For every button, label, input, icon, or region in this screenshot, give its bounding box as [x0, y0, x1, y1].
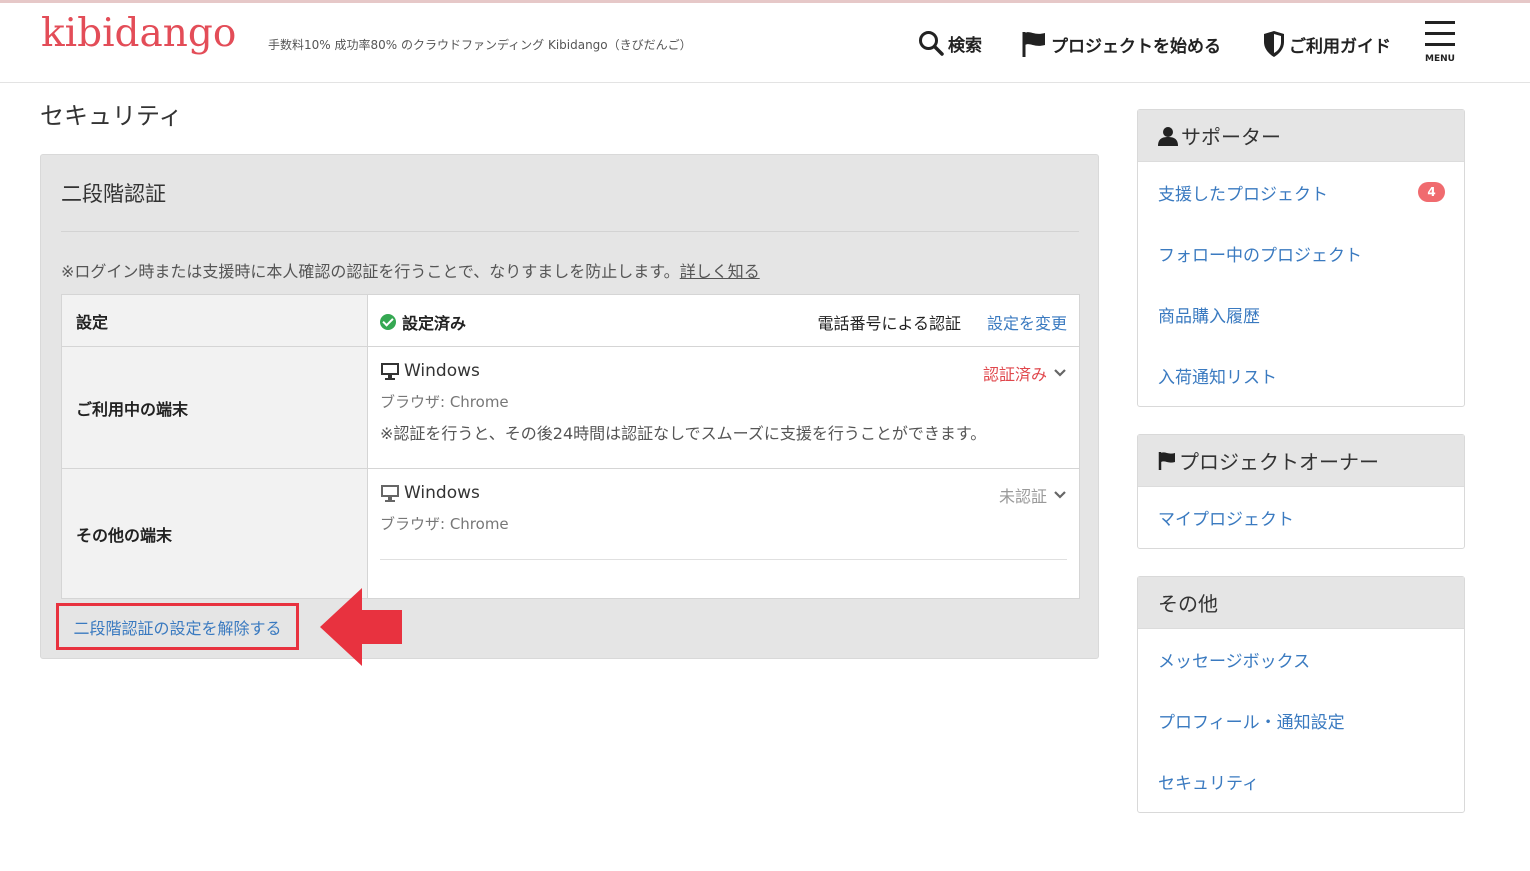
table-row: その他の端末 Windows ブラウザ: Chrome 未認証 [61, 468, 1080, 599]
sidebar-item-restock-notifications[interactable]: 入荷通知リスト [1138, 345, 1464, 406]
device-state-toggle[interactable]: 認証済み [983, 361, 1067, 385]
nav-search-label: 検索 [948, 35, 982, 56]
divider [380, 559, 1067, 560]
device-state-toggle[interactable]: 未認証 [999, 483, 1067, 507]
user-icon [1158, 126, 1178, 146]
sidebar-other: その他 メッセージボックス プロフィール・通知設定 セキュリティ [1137, 576, 1465, 813]
sidebar-item-following-projects[interactable]: フォロー中のプロジェクト [1138, 223, 1464, 284]
kibidango-logo[interactable]: kibidango [41, 11, 236, 56]
learn-more-link[interactable]: 詳しく知る [680, 262, 760, 281]
divider [61, 231, 1079, 232]
table-row: ご利用中の端末 Windows ブラウザ: Chrome ※認証を行うと、その後… [61, 346, 1080, 469]
sidebar-item-profile-settings[interactable]: プロフィール・通知設定 [1138, 690, 1464, 751]
arrow-left-icon [320, 588, 402, 666]
other-device-label: その他の端末 [61, 468, 368, 599]
monitor-icon [381, 485, 399, 502]
settings-label: 設定 [61, 294, 368, 347]
two-factor-panel: 二段階認証 ※ログイン時または支援時に本人確認の認証を行うことで、なりすましを防… [40, 154, 1099, 659]
hamburger-icon [1425, 21, 1455, 24]
status-text: 設定済み [402, 314, 467, 333]
shield-icon [1264, 31, 1284, 57]
status-badge: 設定済み [380, 310, 466, 334]
nav-start-project[interactable]: プロジェクトを始める [1021, 30, 1221, 58]
nav-guide[interactable]: ご利用ガイド [1263, 30, 1391, 58]
two-factor-description: ※ログイン時または支援時に本人確認の認証を行うことで、なりすましを防止します。詳… [61, 262, 760, 281]
sidebar-header: サポーター [1138, 110, 1464, 162]
two-factor-title: 二段階認証 [61, 182, 166, 206]
page-title: セキュリティ [40, 102, 183, 130]
chevron-down-icon [1054, 491, 1066, 499]
two-factor-table: 設定 設定済み 電話番号による認証 設定を変更 ご利用中の端末 Windows … [61, 294, 1080, 599]
menu-label: MENU [1425, 54, 1455, 64]
other-device-cell: Windows ブラウザ: Chrome 未認証 [367, 468, 1080, 599]
device-browser: ブラウザ: Chrome [380, 515, 509, 533]
sidebar-item-my-projects[interactable]: マイプロジェクト [1138, 487, 1464, 548]
flag-icon [1158, 451, 1175, 470]
device-browser: ブラウザ: Chrome [380, 393, 509, 411]
monitor-icon [381, 363, 399, 380]
count-badge: 4 [1418, 182, 1445, 202]
device-name: Windows [380, 361, 480, 381]
sidebar-item-purchase-history[interactable]: 商品購入履歴 [1138, 284, 1464, 345]
disable-two-factor-link[interactable]: 二段階認証の設定を解除する [56, 603, 299, 650]
check-circle-icon [380, 314, 396, 330]
device-state: 未認証 [998, 487, 1047, 506]
menu-button[interactable]: MENU [1420, 19, 1460, 65]
current-device-label: ご利用中の端末 [61, 346, 368, 469]
site-tagline: 手数料10% 成功率80% のクラウドファンディング Kibidango（きびだ… [268, 38, 692, 52]
device-note: ※認証を行うと、その後24時間は認証なしでスムーズに支援を行うことができます。 [380, 424, 987, 443]
nav-search[interactable]: 検索 [918, 30, 982, 56]
search-icon [919, 31, 944, 56]
sidebar-header: プロジェクトオーナー [1138, 435, 1464, 487]
device-name: Windows [380, 483, 480, 503]
device-state: 認証済み [982, 365, 1047, 384]
sidebar-item-security[interactable]: セキュリティ [1138, 751, 1464, 812]
site-header: kibidango 手数料10% 成功率80% のクラウドファンディング Kib… [0, 3, 1530, 83]
flag-icon [1022, 32, 1045, 57]
sidebar-header: その他 [1138, 577, 1464, 629]
sidebar-item-supported-projects[interactable]: 支援したプロジェクト 4 [1138, 162, 1464, 223]
nav-start-project-label: プロジェクトを始める [1051, 36, 1221, 57]
sidebar-owner: プロジェクトオーナー マイプロジェクト [1137, 434, 1465, 549]
chevron-down-icon [1054, 369, 1066, 377]
sidebar-item-message-box[interactable]: メッセージボックス [1138, 629, 1464, 690]
nav-guide-label: ご利用ガイド [1289, 36, 1391, 57]
table-row: 設定 設定済み 電話番号による認証 設定を変更 [61, 294, 1080, 347]
sidebar-supporter: サポーター 支援したプロジェクト 4 フォロー中のプロジェクト 商品購入履歴 入… [1137, 109, 1465, 407]
current-device-cell: Windows ブラウザ: Chrome ※認証を行うと、その後24時間は認証な… [367, 346, 1080, 469]
auth-method: 電話番号による認証 [817, 314, 961, 333]
change-settings-link[interactable]: 設定を変更 [987, 310, 1067, 334]
